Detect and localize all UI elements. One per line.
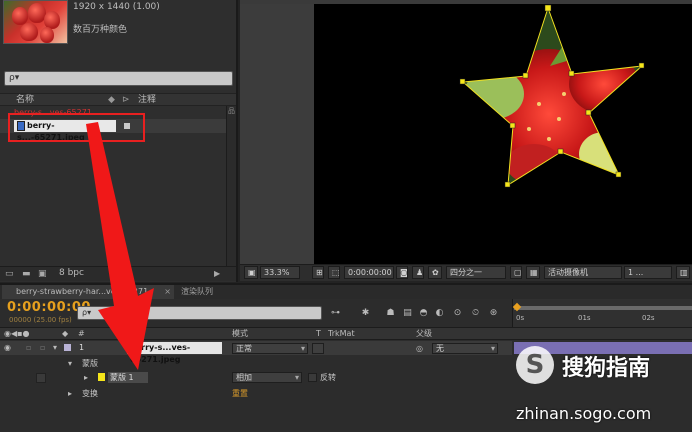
column-t[interactable]: T [316,327,321,340]
project-scrollbar[interactable]: 品 [226,106,236,266]
brainstorm-icon[interactable]: ⊙ [452,308,463,319]
footage-colors: 数百万种颜色 [73,25,128,35]
region-of-interest-icon[interactable]: ▢ [510,266,522,279]
resolution-dropdown[interactable]: 四分之一 [446,266,506,279]
camera-dropdown[interactable]: 活动摄像机 [544,266,622,279]
time-ruler[interactable] [512,299,692,327]
invert-checkbox[interactable] [308,373,317,382]
expand-masks-icon[interactable]: ▾ [68,358,72,369]
column-name[interactable]: 名称 [16,94,34,106]
ruler-tick-0: 0s [516,314,525,322]
annotation-arrow [86,122,154,370]
ruler-tick-1: 01s [578,314,591,322]
column-trkmat[interactable]: TrkMat [328,327,355,340]
lock-switch[interactable]: ▫ [40,342,45,354]
ruler-tick-2: 02s [642,314,655,322]
footage-thumbnail [3,0,68,44]
magnify-icon[interactable]: ▣ [244,266,258,279]
project-search-input[interactable]: ρ▾ [4,71,233,86]
comp-mini-flowchart-icon[interactable]: ⊶ [330,308,341,319]
snapshot-icon[interactable]: ◙ [396,266,408,279]
new-folder-icon[interactable]: ▬ [22,269,31,279]
watermark-url: zhinan.sogo.com [516,404,652,423]
trkmat-checkbox[interactable] [312,343,324,354]
scroll-right-icon[interactable]: ▶ [214,269,220,278]
invert-label: 反转 [320,373,336,382]
safe-zones-icon[interactable]: ⊞ [312,266,324,279]
stopwatch-icon[interactable]: ⏲ [470,308,481,319]
tab-render-queue[interactable]: 渲染队列 [181,285,213,299]
interpret-footage-icon[interactable]: ▭ [5,269,14,279]
label-column-icon[interactable]: ◆ [108,94,115,106]
expand-transform-icon[interactable]: ▸ [68,388,72,399]
column-mode[interactable]: 模式 [232,327,248,340]
star-mask-layer[interactable] [314,4,692,264]
tag-icon[interactable]: ⊳ [122,94,130,106]
av-switch-icons[interactable]: ◉◀▪● [4,327,30,340]
layer-label-swatch[interactable] [64,344,71,351]
new-comp-icon[interactable]: ▣ [38,269,47,279]
frame-blending-icon[interactable]: ▤ [402,308,413,319]
work-area-bar[interactable] [514,306,692,310]
parent-dropdown[interactable]: 无 [432,343,498,354]
graph-editor-icon[interactable]: ◐ [434,308,445,319]
motion-blur-icon[interactable]: ◓ [418,308,429,319]
expand-layer-icon[interactable]: ▾ [53,342,57,354]
column-parent[interactable]: 父级 [416,327,432,340]
composition-canvas[interactable] [314,4,692,264]
solo-switch[interactable]: ▫ [26,342,31,354]
current-time-display[interactable]: 0:00:00:00 [344,266,394,279]
watermark-brand: 搜狗指南 [562,356,651,381]
transform-reset-link[interactable]: 重置 [232,388,248,399]
footage-dimensions: 1920 x 1440 (1.00) [73,2,160,12]
channel-icon[interactable]: ✿ [428,266,442,279]
mask-visibility-switch[interactable] [36,373,46,383]
show-snapshot-icon[interactable]: ♟ [412,266,424,279]
hide-shy-layers-icon[interactable]: ☗ [385,308,396,319]
pixel-aspect-icon[interactable]: ▥ [676,266,690,279]
draft-3d-icon[interactable]: ✱ [360,308,371,319]
watermark-logo-letter: S [525,350,545,380]
layer-mode-dropdown[interactable]: 正常 [232,343,308,354]
auto-keyframe-icon[interactable]: ⊛ [488,308,499,319]
project-column-header: 名称 ◆ ⊳ 注释 [0,93,236,106]
view-layout-dropdown[interactable]: 1 ... [624,266,672,279]
column-comment[interactable]: 注释 [138,94,156,106]
zoom-dropdown[interactable]: 33.3% [260,266,300,279]
mask-mode-dropdown[interactable]: 相加 [232,372,302,383]
label-tag-icon[interactable]: ◆ [62,327,68,340]
pick-whip-icon[interactable]: ◎ [416,343,423,354]
flowchart-icon[interactable]: 品 [228,106,235,115]
transform-group-label[interactable]: 变换 [82,388,98,399]
timeline-frame-rate: 00000 (25.00 fps) [9,316,72,324]
transparency-grid-icon[interactable]: ▦ [526,266,540,279]
mask-visibility-icon[interactable]: ⬚ [328,266,340,279]
visibility-eye-icon[interactable]: ◉ [4,342,11,354]
